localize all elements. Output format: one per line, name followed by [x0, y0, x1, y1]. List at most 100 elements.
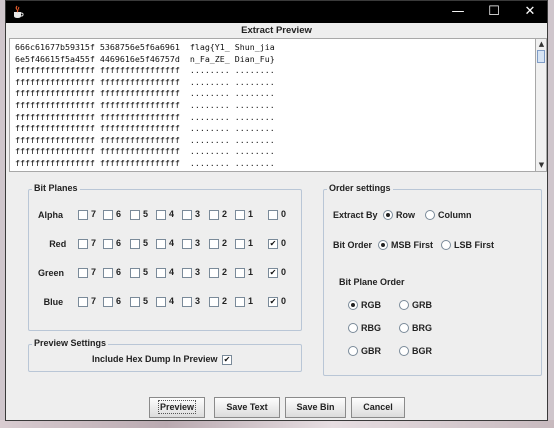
cancel-button[interactable]: Cancel [351, 397, 405, 418]
bit-checkbox-green-3[interactable] [182, 268, 192, 278]
bit-checkbox-alpha-4[interactable] [156, 210, 166, 220]
cancel-button-label: Cancel [363, 402, 393, 412]
save-text-button-label: Save Text [226, 402, 268, 412]
bit-checkbox-blue-7[interactable] [78, 297, 88, 307]
bit-label-5: 5 [143, 267, 149, 277]
bit-label-5: 5 [143, 296, 149, 306]
desktop-background [0, 420, 554, 428]
extract-dialog: — ☐ ✕ Extract Preview 666c61677b59315f 5… [5, 0, 548, 421]
plane-order-label-bgr: BGR [412, 346, 432, 356]
bit-order-msb-radio[interactable] [378, 240, 388, 250]
save-bin-button-label: Save Bin [296, 402, 335, 412]
bit-label-7: 7 [91, 209, 97, 219]
bit-label-1: 1 [248, 267, 254, 277]
bit-label-0: 0 [281, 296, 287, 306]
bit-label-6: 6 [116, 209, 122, 219]
bit-order-lsb-label: LSB First [454, 240, 495, 250]
plane-order-radio-rgb[interactable] [348, 300, 358, 310]
bit-label-7: 7 [91, 238, 97, 248]
preview-settings-title: Preview Settings [32, 338, 109, 348]
preview-button[interactable]: Preview [149, 397, 205, 418]
extract-by-column-label: Column [438, 210, 472, 220]
plane-order-radio-rbg[interactable] [348, 323, 358, 333]
extract-by-row-radio[interactable] [383, 210, 393, 220]
bit-checkbox-red-4[interactable] [156, 239, 166, 249]
hex-dump-checkbox[interactable]: ✔ [222, 355, 232, 365]
bit-checkbox-green-6[interactable] [103, 268, 113, 278]
save-bin-button[interactable]: Save Bin [285, 397, 346, 418]
bit-checkbox-green-5[interactable] [130, 268, 140, 278]
bit-checkbox-red-2[interactable] [209, 239, 219, 249]
bit-checkbox-alpha-5[interactable] [130, 210, 140, 220]
bit-checkbox-green-7[interactable] [78, 268, 88, 278]
bit-label-7: 7 [91, 267, 97, 277]
bit-checkbox-red-5[interactable] [130, 239, 140, 249]
bit-checkbox-blue-1[interactable] [235, 297, 245, 307]
bit-label-4: 4 [169, 267, 175, 277]
bit-label-6: 6 [116, 267, 122, 277]
bit-checkbox-green-4[interactable] [156, 268, 166, 278]
maximize-button[interactable]: ☐ [477, 1, 511, 23]
bit-checkbox-green-0[interactable]: ✔ [268, 268, 278, 278]
bit-label-2: 2 [222, 296, 228, 306]
bit-checkbox-red-7[interactable] [78, 239, 88, 249]
bit-label-7: 7 [91, 296, 97, 306]
bit-planes-title: Bit Planes [32, 183, 80, 193]
minimize-button[interactable]: — [441, 1, 475, 23]
bit-checkbox-alpha-6[interactable] [103, 210, 113, 220]
bit-checkbox-blue-6[interactable] [103, 297, 113, 307]
bit-checkbox-red-0[interactable]: ✔ [268, 239, 278, 249]
bit-order-msb-label: MSB First [391, 240, 434, 250]
bit-checkbox-alpha-3[interactable] [182, 210, 192, 220]
plane-order-radio-brg[interactable] [399, 323, 409, 333]
bit-checkbox-alpha-2[interactable] [209, 210, 219, 220]
plane-order-label-rbg: RBG [361, 323, 381, 333]
preview-text-area[interactable]: 666c61677b59315f 5368756e5f6a6961 flag{Y… [9, 38, 536, 172]
bit-label-1: 1 [248, 238, 254, 248]
bit-checkbox-red-3[interactable] [182, 239, 192, 249]
bit-label-6: 6 [116, 238, 122, 248]
bit-checkbox-blue-0[interactable]: ✔ [268, 297, 278, 307]
scroll-up-arrow-icon[interactable]: ▲ [537, 40, 546, 49]
bit-checkbox-blue-3[interactable] [182, 297, 192, 307]
extract-by-label: Extract By [333, 210, 378, 220]
bit-checkbox-blue-5[interactable] [130, 297, 140, 307]
bit-label-4: 4 [169, 296, 175, 306]
scroll-down-arrow-icon[interactable]: ▼ [537, 161, 546, 170]
extract-by-column-radio[interactable] [425, 210, 435, 220]
preview-title: Extract Preview [241, 25, 312, 36]
java-cup-icon [14, 5, 24, 18]
bit-row-label-green: Green [38, 268, 65, 278]
preview-button-label: Preview [157, 400, 197, 414]
plane-order-label-gbr: GBR [361, 346, 381, 356]
close-button[interactable]: ✕ [513, 1, 547, 23]
bit-order-lsb-radio[interactable] [441, 240, 451, 250]
bit-checkbox-alpha-7[interactable] [78, 210, 88, 220]
preview-scrollbar[interactable]: ▲ ▼ [536, 38, 547, 172]
bit-row-label-red: Red [49, 239, 67, 249]
scroll-thumb[interactable] [537, 50, 545, 63]
bit-label-6: 6 [116, 296, 122, 306]
bit-label-2: 2 [222, 209, 228, 219]
bit-label-5: 5 [143, 238, 149, 248]
bit-checkbox-blue-2[interactable] [209, 297, 219, 307]
bit-checkbox-blue-4[interactable] [156, 297, 166, 307]
preview-content: 666c61677b59315f 5368756e5f6a6961 flag{Y… [15, 42, 275, 168]
bit-label-3: 3 [195, 267, 201, 277]
plane-order-radio-gbr[interactable] [348, 346, 358, 356]
hex-dump-label: Include Hex Dump In Preview [92, 354, 218, 364]
bit-row-label-blue: Blue [43, 297, 64, 307]
bit-label-2: 2 [222, 238, 228, 248]
bit-label-3: 3 [195, 209, 201, 219]
bit-checkbox-alpha-1[interactable] [235, 210, 245, 220]
save-text-button[interactable]: Save Text [214, 397, 280, 418]
plane-order-radio-bgr[interactable] [399, 346, 409, 356]
bit-checkbox-green-1[interactable] [235, 268, 245, 278]
bit-checkbox-red-1[interactable] [235, 239, 245, 249]
bit-checkbox-red-6[interactable] [103, 239, 113, 249]
plane-order-radio-grb[interactable] [399, 300, 409, 310]
plane-order-label-grb: GRB [412, 300, 432, 310]
bit-checkbox-green-2[interactable] [209, 268, 219, 278]
bit-checkbox-alpha-0[interactable] [268, 210, 278, 220]
bit-label-1: 1 [248, 209, 254, 219]
